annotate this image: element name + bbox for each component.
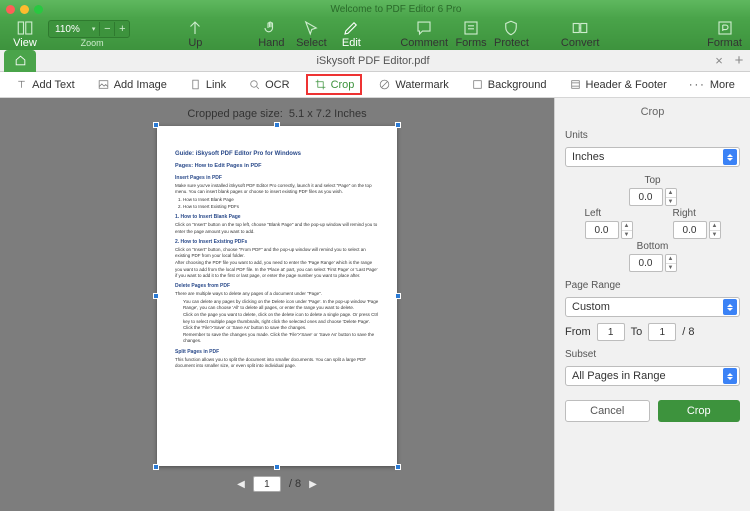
pager: ◀ / 8 ▶: [237, 476, 317, 492]
titlebar: Welcome to PDF Editor 6 Pro: [0, 0, 750, 18]
up-button[interactable]: Up: [178, 19, 212, 49]
canvas-area: Cropped page size: 5.1 x 7.2 Inches Guid…: [0, 98, 554, 511]
zoom-in[interactable]: +: [115, 23, 129, 35]
crop-apply-button[interactable]: Crop: [658, 400, 741, 422]
crop-handle[interactable]: [153, 293, 159, 299]
subset-label: Subset: [565, 349, 740, 360]
crop-handle[interactable]: [274, 122, 280, 128]
convert-button[interactable]: Convert: [561, 19, 600, 49]
document-content: Guide: iSkysoft PDF Editor Pro for Windo…: [175, 144, 379, 448]
more-button[interactable]: ···More: [683, 76, 741, 94]
units-select[interactable]: Inches: [565, 147, 740, 167]
background-button[interactable]: Background: [465, 75, 553, 94]
stepper[interactable]: ▲▼: [665, 188, 677, 206]
zoom-out[interactable]: −: [100, 23, 114, 35]
pagerange-select[interactable]: Custom: [565, 297, 740, 317]
crop-handle[interactable]: [395, 293, 401, 299]
subset-select[interactable]: All Pages in Range: [565, 366, 740, 386]
crop-handle[interactable]: [153, 464, 159, 470]
units-label: Units: [565, 130, 740, 141]
new-tab-icon[interactable]: +: [728, 52, 750, 69]
pagerange-label: Page Range: [565, 280, 740, 291]
zoom-control[interactable]: 110% ▾ − +: [48, 20, 130, 38]
stepper[interactable]: ▲▼: [709, 221, 721, 239]
window-maximize[interactable]: [34, 5, 43, 14]
next-page-button[interactable]: ▶: [309, 479, 317, 490]
header-footer-button[interactable]: Header & Footer: [563, 75, 673, 94]
add-text-button[interactable]: Add Text: [9, 75, 81, 94]
crop-panel: Crop Units Inches Top ▲▼ Left ▲▼ Right ▲…: [554, 98, 750, 511]
crop-handle[interactable]: [153, 122, 159, 128]
from-page-input[interactable]: [597, 323, 625, 341]
view-button[interactable]: View: [8, 19, 42, 49]
app-title: Welcome to PDF Editor 6 Pro: [48, 4, 744, 15]
edit-button[interactable]: Edit: [334, 19, 368, 49]
select-button[interactable]: Select: [294, 19, 328, 49]
crop-handle[interactable]: [274, 464, 280, 470]
add-image-button[interactable]: Add Image: [91, 75, 173, 94]
cancel-button[interactable]: Cancel: [565, 400, 650, 422]
file-tab-bar: iSkysoft PDF Editor.pdf × +: [0, 50, 750, 72]
stepper[interactable]: ▲▼: [621, 221, 633, 239]
margin-left-input[interactable]: [585, 221, 619, 239]
window-close[interactable]: [6, 5, 15, 14]
main-toolbar: View 110% ▾ − + Zoom Up Hand Select Edit…: [0, 18, 750, 50]
margin-right-input[interactable]: [673, 221, 707, 239]
edit-toolbar: Add Text Add Image Link OCR Crop Waterma…: [0, 72, 750, 98]
watermark-button[interactable]: Watermark: [372, 75, 454, 94]
panel-title: Crop: [565, 106, 740, 118]
stepper[interactable]: ▲▼: [665, 254, 677, 272]
select-arrows-icon: [723, 299, 737, 315]
zoom-value: 110%: [49, 24, 86, 35]
file-tab[interactable]: iSkysoft PDF Editor.pdf: [36, 55, 710, 67]
margin-bottom-input[interactable]: [629, 254, 663, 272]
home-tab[interactable]: [4, 50, 36, 72]
pdf-page[interactable]: Guide: iSkysoft PDF Editor Pro for Windo…: [157, 126, 397, 466]
page-total: / 8: [289, 478, 301, 490]
crop-button[interactable]: Crop: [306, 74, 363, 95]
forms-button[interactable]: Forms: [454, 19, 488, 49]
crop-handle[interactable]: [395, 122, 401, 128]
prev-page-button[interactable]: ◀: [237, 479, 245, 490]
link-button[interactable]: Link: [183, 75, 232, 94]
crop-readout: Cropped page size: 5.1 x 7.2 Inches: [187, 108, 366, 120]
crop-handle[interactable]: [395, 464, 401, 470]
select-arrows-icon: [723, 368, 737, 384]
hand-button[interactable]: Hand: [254, 19, 288, 49]
page-number-input[interactable]: [253, 476, 281, 492]
to-page-input[interactable]: [648, 323, 676, 341]
ocr-button[interactable]: OCR: [242, 75, 295, 94]
protect-button[interactable]: Protect: [494, 19, 529, 49]
format-button[interactable]: Format: [707, 19, 742, 49]
comment-button[interactable]: Comment: [400, 19, 448, 49]
select-arrows-icon: [723, 149, 737, 165]
margin-top-input[interactable]: [629, 188, 663, 206]
window-minimize[interactable]: [20, 5, 29, 14]
close-tab-icon[interactable]: ×: [710, 53, 728, 68]
